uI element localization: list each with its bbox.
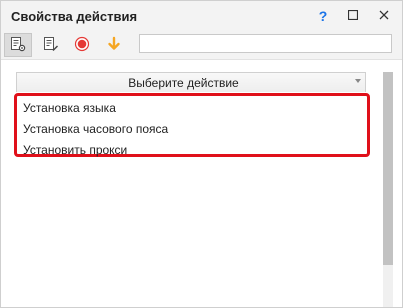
document-edit-icon bbox=[43, 36, 59, 55]
search-input[interactable] bbox=[139, 34, 392, 53]
chevron-down-icon bbox=[355, 79, 361, 83]
action-list: Установка языка Установка часового пояса… bbox=[14, 93, 370, 157]
close-button[interactable] bbox=[373, 6, 395, 26]
action-selector-label: Выберите действие bbox=[128, 76, 239, 90]
vertical-scrollbar[interactable] bbox=[383, 72, 393, 307]
list-item[interactable]: Установка часового пояса bbox=[23, 119, 168, 139]
x-icon bbox=[379, 9, 389, 23]
title-bar: Свойства действия ? bbox=[1, 1, 402, 30]
record-icon bbox=[74, 36, 90, 55]
record-tool-button[interactable] bbox=[68, 33, 96, 57]
properties-gear-icon bbox=[10, 36, 26, 55]
properties-tool-button[interactable] bbox=[4, 33, 32, 57]
square-icon bbox=[347, 9, 359, 23]
help-button[interactable]: ? bbox=[312, 6, 334, 26]
maximize-button[interactable] bbox=[342, 6, 364, 26]
list-item[interactable]: Установка языка bbox=[23, 98, 116, 118]
action-selector-dropdown[interactable]: Выберите действие bbox=[16, 72, 366, 92]
scrollbar-thumb[interactable] bbox=[383, 72, 393, 265]
edit-tool-button[interactable] bbox=[37, 33, 65, 57]
arrow-down-icon bbox=[106, 36, 122, 55]
action-properties-window: Свойства действия ? Выберите действие Ус… bbox=[0, 0, 403, 308]
window-title: Свойства действия bbox=[11, 9, 138, 24]
properties-panel: Выберите действие Установка языка Устано… bbox=[1, 60, 402, 307]
help-label: ? bbox=[318, 8, 328, 24]
move-down-tool-button[interactable] bbox=[100, 33, 128, 57]
toolbar bbox=[1, 30, 402, 60]
list-item[interactable]: Установить прокси bbox=[23, 140, 127, 160]
